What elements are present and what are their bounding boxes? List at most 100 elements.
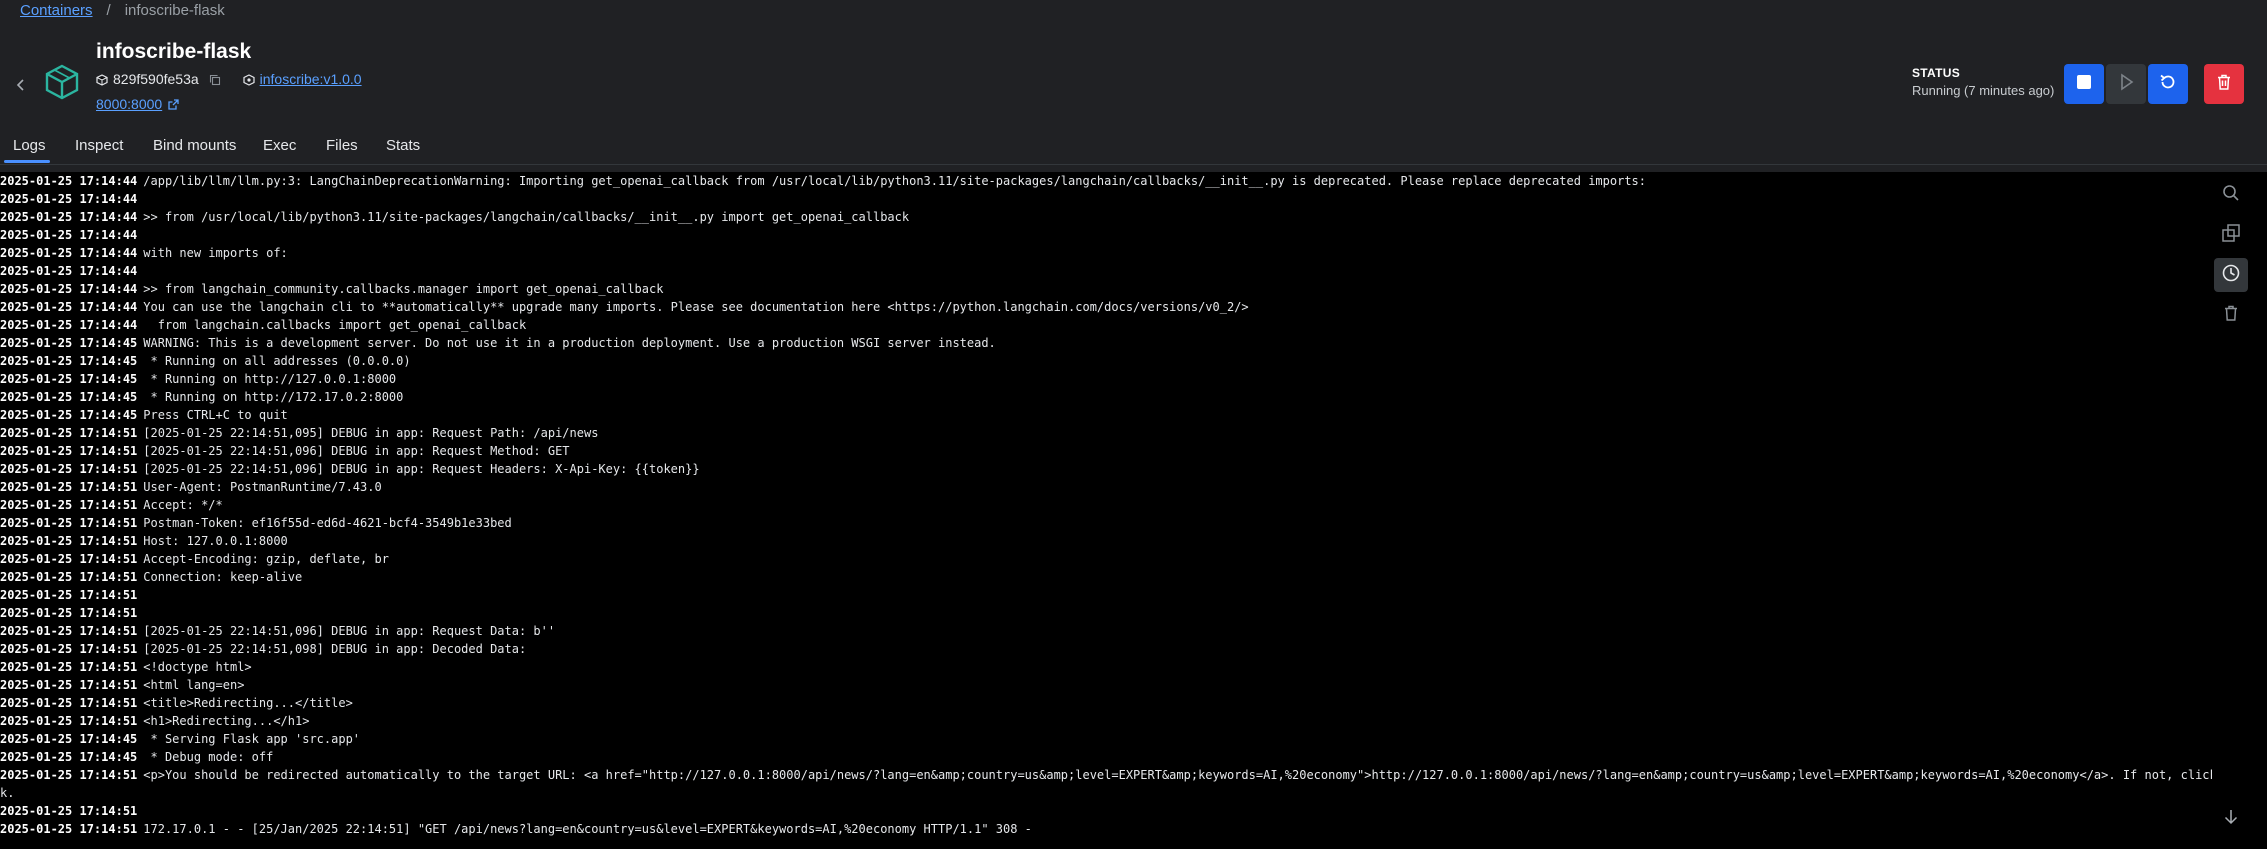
log-timestamp: 2025-01-25 17:14:45 xyxy=(0,750,138,764)
log-message: /app/lib/llm/llm.py:3: LangChainDeprecat… xyxy=(143,174,1646,188)
log-line: 2025-01-25 17:14:51 [2025-01-25 22:14:51,… xyxy=(0,442,2212,460)
log-message: [2025-01-25 22:14:51,096] DEBUG in app: … xyxy=(143,462,700,476)
delete-button[interactable] xyxy=(2204,64,2244,104)
log-line: 2025-01-25 17:14:51 [2025-01-25 22:14:51,… xyxy=(0,424,2212,442)
breadcrumb-separator: / xyxy=(106,2,111,19)
log-line: 2025-01-25 17:14:51 [2025-01-25 22:14:51,… xyxy=(0,460,2212,478)
log-timestamp: 2025-01-25 17:14:51 xyxy=(0,534,138,548)
log-line: 2025-01-25 17:14:51 Accept-Encoding: gzip… xyxy=(0,550,2212,568)
start-button[interactable] xyxy=(2106,64,2146,104)
log-timestamp: 2025-01-25 17:14:51 xyxy=(0,624,138,638)
log-line: 2025-01-25 17:14:44 xyxy=(0,226,2212,244)
log-timestamp: 2025-01-25 17:14:51 xyxy=(0,678,138,692)
tab-exec[interactable]: Exec xyxy=(263,137,296,154)
log-line: 2025-01-25 17:14:51 [2025-01-25 22:14:51,… xyxy=(0,640,2212,658)
log-timestamp: 2025-01-25 17:14:44 xyxy=(0,300,138,314)
breadcrumb: Containers / infoscribe-flask xyxy=(20,2,225,19)
log-line: 2025-01-25 17:14:51 xyxy=(0,586,2212,604)
log-line: 2025-01-25 17:14:51 <p>You should be redi… xyxy=(0,766,2212,784)
log-timestamp: 2025-01-25 17:14:44 xyxy=(0,282,138,296)
log-timestamp: 2025-01-25 17:14:44 xyxy=(0,210,138,224)
log-message: with new imports of: xyxy=(143,246,288,260)
log-timestamp: 2025-01-25 17:14:45 xyxy=(0,390,138,404)
log-message: [2025-01-25 22:14:51,095] DEBUG in app: … xyxy=(143,426,599,440)
log-line: 2025-01-25 17:14:44 >> from /usr/local/li… xyxy=(0,208,2212,226)
log-line: 2025-01-25 17:14:51 <!doctype html> xyxy=(0,658,2212,676)
log-message: >> from langchain_community.callbacks.ma… xyxy=(143,282,664,296)
log-timestamp: 2025-01-25 17:14:51 xyxy=(0,642,138,656)
log-line: 2025-01-25 17:14:45 WARNING: This is a de… xyxy=(0,334,2212,352)
log-line: 2025-01-25 17:14:51 Accept: */* xyxy=(0,496,2212,514)
copy-icon[interactable] xyxy=(209,73,221,86)
active-tab-indicator xyxy=(4,160,50,163)
log-message: * Running on all addresses (0.0.0.0) xyxy=(143,354,411,368)
log-timestamp: 2025-01-25 17:14:51 xyxy=(0,606,138,620)
log-timestamp: 2025-01-25 17:14:51 xyxy=(0,696,138,710)
status-block: STATUS Running (7 minutes ago) xyxy=(1912,66,2054,98)
scroll-to-bottom-button[interactable] xyxy=(2218,806,2244,832)
log-line: 2025-01-25 17:14:45 * Running on http://… xyxy=(0,388,2212,406)
log-message: <!doctype html> xyxy=(143,660,252,674)
log-timestamp: 2025-01-25 17:14:51 xyxy=(0,588,138,602)
chevron-left-icon[interactable] xyxy=(14,74,28,96)
log-line: 2025-01-25 17:14:44 from langchain.callb… xyxy=(0,316,2212,334)
breadcrumb-containers-link[interactable]: Containers xyxy=(20,2,93,19)
tab-bind-mounts[interactable]: Bind mounts xyxy=(153,137,236,154)
log-timestamp: 2025-01-25 17:14:44 xyxy=(0,228,138,242)
tab-logs[interactable]: Logs xyxy=(13,137,46,154)
log-message: * Running on http://172.17.0.2:8000 xyxy=(143,390,404,404)
log-message: 172.17.0.1 - - [25/Jan/2025 22:14:51] "G… xyxy=(143,822,1032,836)
log-timestamp: 2025-01-25 17:14:45 xyxy=(0,336,138,350)
log-line: 2025-01-25 17:14:51 Host: 127.0.0.1:8000 xyxy=(0,532,2212,550)
log-timestamp: 2025-01-25 17:14:51 xyxy=(0,822,138,836)
container-id: 829f590fe53a xyxy=(113,71,199,87)
search-logs-button[interactable] xyxy=(2214,178,2248,212)
clear-logs-button[interactable] xyxy=(2214,298,2248,332)
toggle-timestamps-button[interactable] xyxy=(2214,258,2248,292)
log-timestamp: 2025-01-25 17:14:51 xyxy=(0,660,138,674)
log-line: 2025-01-25 17:14:51 <h1>Redirecting...</h… xyxy=(0,712,2212,730)
status-label: STATUS xyxy=(1912,66,1961,80)
container-meta: 829f590fe53a infoscribe:v1.0.0 xyxy=(96,71,362,87)
log-timestamp: 2025-01-25 17:14:44 xyxy=(0,318,138,332)
log-message: * Running on http://127.0.0.1:8000 xyxy=(143,372,397,386)
log-line: 2025-01-25 17:14:51 User-Agent: PostmanRu… xyxy=(0,478,2212,496)
log-timestamp: 2025-01-25 17:14:45 xyxy=(0,732,138,746)
search-icon xyxy=(2221,183,2241,208)
log-output[interactable]: 2025-01-25 17:14:44/app/lib/llm/llm.py:3… xyxy=(0,172,2212,849)
log-message: Host: 127.0.0.1:8000 xyxy=(143,534,288,548)
tab-stats[interactable]: Stats xyxy=(386,137,420,154)
copy-logs-icon xyxy=(2221,223,2241,248)
trash-icon xyxy=(2215,73,2233,96)
log-timestamp: 2025-01-25 17:14:51 xyxy=(0,516,138,530)
log-timestamp: 2025-01-25 17:14:51 xyxy=(0,714,138,728)
stop-button[interactable] xyxy=(2064,64,2104,104)
log-timestamp: 2025-01-25 17:14:44 xyxy=(0,192,138,206)
log-message: <h1>Redirecting...</h1> xyxy=(143,714,310,728)
log-message: Press CTRL+C to quit xyxy=(143,408,288,422)
image-link[interactable]: infoscribe:v1.0.0 xyxy=(260,71,362,87)
log-message: * Debug mode: off xyxy=(143,750,274,764)
restart-icon xyxy=(2158,72,2178,97)
tab-bar: Logs Inspect Bind mounts Exec Files Stat… xyxy=(0,126,2267,165)
clock-icon xyxy=(2221,263,2241,288)
log-line: 2025-01-25 17:14:51 Connection: keep-aliv… xyxy=(0,568,2212,586)
copy-logs-button[interactable] xyxy=(2214,218,2248,252)
log-line: 2025-01-25 17:14:51 <title>Redirecting...… xyxy=(0,694,2212,712)
port-link[interactable]: 8000:8000 xyxy=(96,96,162,112)
tab-files[interactable]: Files xyxy=(326,137,358,154)
restart-button[interactable] xyxy=(2148,64,2188,104)
stop-icon xyxy=(2075,73,2093,96)
log-line: 2025-01-25 17:14:44 >> from langchain_com… xyxy=(0,280,2212,298)
port-row: 8000:8000 xyxy=(96,96,180,112)
log-line: 2025-01-25 17:14:44/app/lib/llm/llm.py:3… xyxy=(0,172,2212,190)
log-message: Connection: keep-alive xyxy=(143,570,303,584)
log-message: <title>Redirecting...</title> xyxy=(143,696,353,710)
log-line: 2025-01-25 17:14:45 Press CTRL+C to quit xyxy=(0,406,2212,424)
external-link-icon[interactable] xyxy=(167,98,180,111)
log-message: <html lang=en> xyxy=(143,678,245,692)
log-line: 2025-01-25 17:14:44 with new imports of: xyxy=(0,244,2212,262)
tab-inspect[interactable]: Inspect xyxy=(75,137,123,154)
container-header: Containers / infoscribe-flask infoscribe-f… xyxy=(0,0,2267,126)
log-line: 2025-01-25 17:14:51 xyxy=(0,802,2212,820)
